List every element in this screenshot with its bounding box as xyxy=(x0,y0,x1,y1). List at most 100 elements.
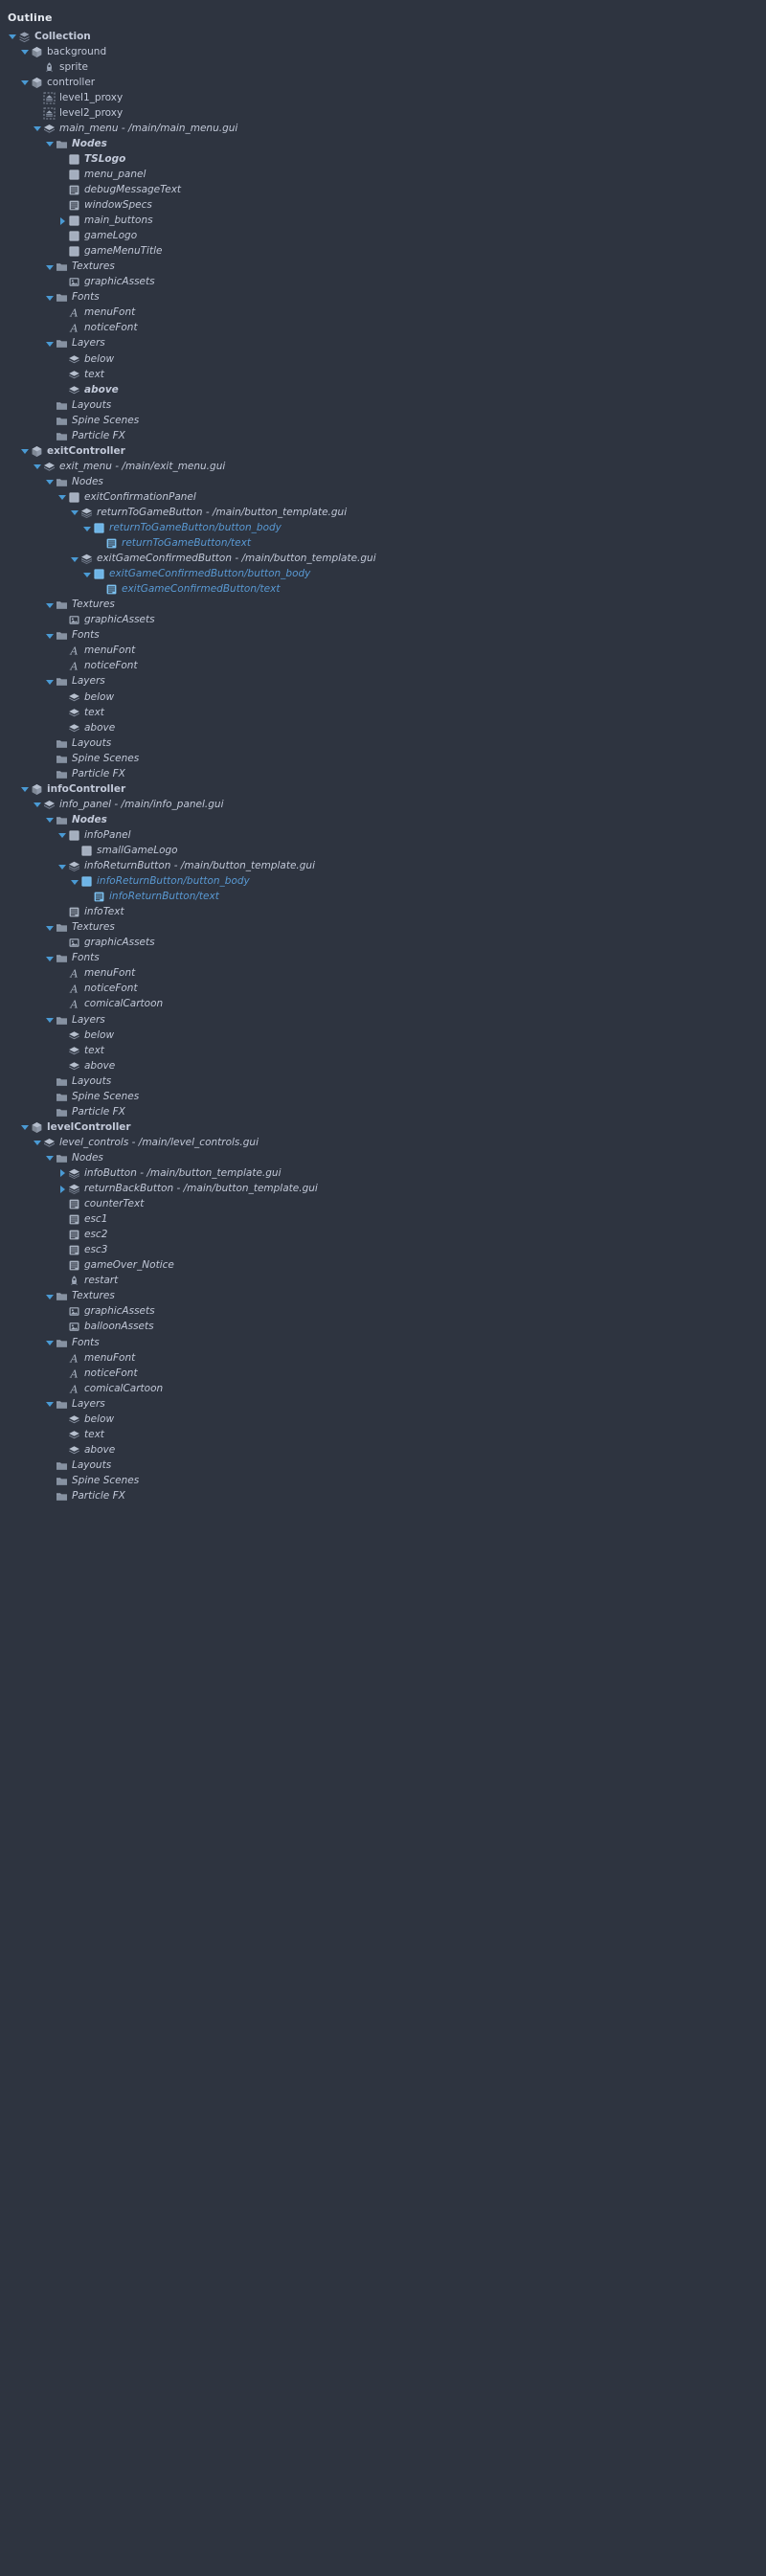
tree-row[interactable]: AmenuFont xyxy=(0,1350,766,1366)
tree-row[interactable]: restart xyxy=(0,1274,766,1289)
tree-row[interactable]: Spine Scenes xyxy=(0,1473,766,1488)
tree-row[interactable]: AmenuFont xyxy=(0,644,766,659)
chevron-down-icon[interactable] xyxy=(45,1396,56,1412)
tree-row[interactable]: Layouts xyxy=(0,735,766,751)
chevron-down-icon[interactable] xyxy=(33,1135,43,1150)
tree-row[interactable]: counterText xyxy=(0,1197,766,1212)
chevron-down-icon[interactable] xyxy=(33,459,43,474)
chevron-down-icon[interactable] xyxy=(45,1012,56,1028)
tree-row[interactable]: Particle FX xyxy=(0,428,766,443)
tree-row[interactable]: infoText xyxy=(0,905,766,920)
chevron-down-icon[interactable] xyxy=(70,874,80,890)
chevron-down-icon[interactable] xyxy=(45,1335,56,1350)
tree-row[interactable]: above xyxy=(0,1058,766,1073)
tree-row[interactable]: gameOver_Notice xyxy=(0,1258,766,1274)
tree-row[interactable]: Layouts xyxy=(0,1073,766,1089)
tree-row[interactable]: Layers xyxy=(0,674,766,689)
tree-row[interactable]: above xyxy=(0,1442,766,1457)
tree-row[interactable]: esc2 xyxy=(0,1228,766,1243)
tree-row[interactable]: below xyxy=(0,351,766,367)
tree-row[interactable]: returnToGameButton/button_body xyxy=(0,521,766,536)
chevron-down-icon[interactable] xyxy=(57,489,68,505)
chevron-down-icon[interactable] xyxy=(45,951,56,966)
tree-row[interactable]: info_panel - /main/info_panel.gui xyxy=(0,797,766,812)
chevron-down-icon[interactable] xyxy=(45,290,56,305)
tree-row[interactable]: TSLogo xyxy=(0,151,766,167)
chevron-right-icon[interactable] xyxy=(57,1165,68,1181)
tree-row[interactable]: returnToGameButton/text xyxy=(0,536,766,552)
chevron-down-icon[interactable] xyxy=(20,1119,31,1135)
tree-row[interactable]: infoPanel xyxy=(0,827,766,843)
tree-row[interactable]: Textures xyxy=(0,1289,766,1304)
tree-row[interactable]: Textures xyxy=(0,920,766,936)
tree-row[interactable]: AnoticeFont xyxy=(0,659,766,674)
chevron-down-icon[interactable] xyxy=(70,552,80,567)
tree-row[interactable]: infoButton - /main/button_template.gui xyxy=(0,1165,766,1181)
chevron-down-icon[interactable] xyxy=(20,44,31,59)
chevron-down-icon[interactable] xyxy=(33,797,43,812)
outline-tree[interactable]: Collection background sprite controller leve… xyxy=(0,29,766,1504)
tree-row[interactable]: Particle FX xyxy=(0,1488,766,1503)
tree-row[interactable]: AnoticeFont xyxy=(0,1366,766,1381)
chevron-down-icon[interactable] xyxy=(82,567,93,582)
chevron-down-icon[interactable] xyxy=(8,29,18,44)
chevron-down-icon[interactable] xyxy=(45,920,56,936)
tree-row[interactable]: Fonts xyxy=(0,290,766,305)
tree-row[interactable]: main_buttons xyxy=(0,214,766,229)
chevron-down-icon[interactable] xyxy=(45,628,56,644)
tree-row[interactable]: exitConfirmationPanel xyxy=(0,489,766,505)
tree-row[interactable]: graphicAssets xyxy=(0,275,766,290)
tree-row[interactable]: AnoticeFont xyxy=(0,982,766,997)
tree-row[interactable]: infoController xyxy=(0,781,766,797)
tree-row[interactable]: menu_panel xyxy=(0,167,766,182)
chevron-down-icon[interactable] xyxy=(20,443,31,459)
tree-row[interactable]: graphicAssets xyxy=(0,613,766,628)
tree-row[interactable]: gameMenuTitle xyxy=(0,244,766,260)
tree-row[interactable]: controller xyxy=(0,75,766,90)
tree-row[interactable]: exitGameConfirmedButton/text xyxy=(0,582,766,598)
tree-row[interactable]: Fonts xyxy=(0,1335,766,1350)
tree-row[interactable]: Layers xyxy=(0,1012,766,1028)
chevron-down-icon[interactable] xyxy=(45,674,56,689)
tree-row[interactable]: windowSpecs xyxy=(0,198,766,214)
chevron-down-icon[interactable] xyxy=(20,781,31,797)
chevron-right-icon[interactable] xyxy=(57,214,68,229)
tree-row[interactable]: main_menu - /main/main_menu.gui xyxy=(0,121,766,136)
tree-row[interactable]: infoReturnButton/text xyxy=(0,890,766,905)
tree-row[interactable]: returnBackButton - /main/button_template… xyxy=(0,1182,766,1197)
tree-row[interactable]: Nodes xyxy=(0,1150,766,1165)
tree-row[interactable]: below xyxy=(0,689,766,705)
tree-row[interactable]: sprite xyxy=(0,59,766,75)
chevron-down-icon[interactable] xyxy=(45,336,56,351)
chevron-down-icon[interactable] xyxy=(45,1150,56,1165)
chevron-down-icon[interactable] xyxy=(70,505,80,520)
tree-row[interactable]: levelController xyxy=(0,1119,766,1135)
chevron-right-icon[interactable] xyxy=(57,1182,68,1197)
chevron-down-icon[interactable] xyxy=(57,827,68,843)
chevron-down-icon[interactable] xyxy=(57,859,68,874)
tree-row[interactable]: background xyxy=(0,44,766,59)
tree-row[interactable]: Spine Scenes xyxy=(0,751,766,766)
tree-row[interactable]: Textures xyxy=(0,598,766,613)
tree-row[interactable]: exitController xyxy=(0,443,766,459)
chevron-down-icon[interactable] xyxy=(45,812,56,827)
tree-row[interactable]: exitGameConfirmedButton/button_body xyxy=(0,567,766,582)
tree-row[interactable]: Layers xyxy=(0,1396,766,1412)
tree-row[interactable]: debugMessageText xyxy=(0,182,766,197)
chevron-down-icon[interactable] xyxy=(20,75,31,90)
tree-row[interactable]: above xyxy=(0,382,766,397)
tree-row[interactable]: graphicAssets xyxy=(0,1304,766,1320)
tree-row[interactable]: below xyxy=(0,1028,766,1043)
tree-row[interactable]: infoReturnButton - /main/button_template… xyxy=(0,859,766,874)
tree-row[interactable]: esc3 xyxy=(0,1243,766,1258)
tree-row[interactable]: AmenuFont xyxy=(0,966,766,982)
chevron-down-icon[interactable] xyxy=(82,521,93,536)
tree-row[interactable]: Fonts xyxy=(0,628,766,644)
tree-row[interactable]: Nodes xyxy=(0,812,766,827)
tree-row[interactable]: below xyxy=(0,1412,766,1427)
tree-row[interactable]: AcomicalCartoon xyxy=(0,1381,766,1396)
tree-row[interactable]: Nodes xyxy=(0,136,766,151)
chevron-down-icon[interactable] xyxy=(33,121,43,136)
tree-row[interactable]: balloonAssets xyxy=(0,1320,766,1335)
tree-row[interactable]: graphicAssets xyxy=(0,936,766,951)
